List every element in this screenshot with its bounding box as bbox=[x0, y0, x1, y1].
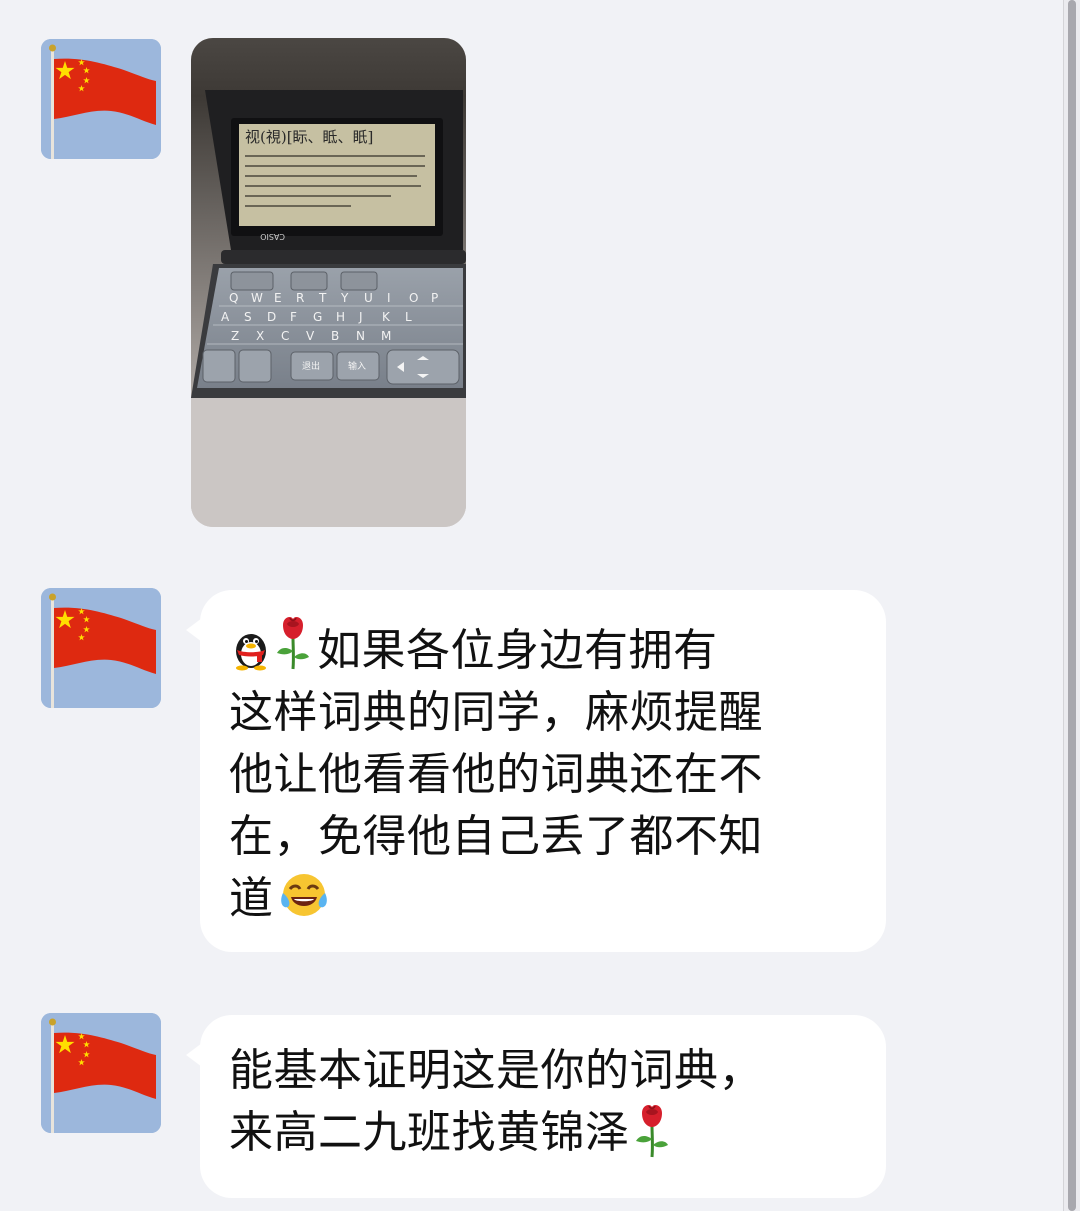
svg-text:K: K bbox=[382, 310, 391, 324]
svg-text:U: U bbox=[364, 291, 373, 305]
svg-text:F: F bbox=[290, 310, 297, 324]
message-text: 能基本证明这是你的词典， bbox=[229, 1045, 763, 1096]
svg-text:X: X bbox=[256, 329, 264, 343]
message-text: 这样词典的同学，麻烦提醒 bbox=[229, 687, 763, 738]
bubble-tail bbox=[186, 618, 202, 642]
scrollbar-thumb[interactable] bbox=[1068, 0, 1076, 1211]
message-bubble[interactable]: 能基本证明这是你的词典， 来高二九班找黄锦泽 bbox=[186, 1015, 886, 1198]
svg-text:V: V bbox=[306, 329, 315, 343]
brand-text: CASIO bbox=[260, 232, 285, 241]
svg-text:O: O bbox=[409, 291, 418, 305]
svg-text:A: A bbox=[221, 310, 230, 324]
message-text: 道 bbox=[229, 873, 274, 924]
tears-of-joy-icon bbox=[280, 871, 328, 919]
scrollbar-track[interactable] bbox=[1063, 0, 1080, 1211]
message-text: 在，免得他自己丢了都不知 bbox=[229, 811, 763, 862]
china-flag-icon bbox=[41, 1013, 161, 1133]
svg-text:S: S bbox=[244, 310, 252, 324]
china-flag-icon bbox=[41, 588, 161, 708]
svg-text:P: P bbox=[431, 291, 438, 305]
message-line: 道 bbox=[229, 868, 856, 930]
svg-text:M: M bbox=[381, 329, 391, 343]
svg-text:E: E bbox=[274, 291, 282, 305]
message-line: 来高二九班找黄锦泽 bbox=[229, 1102, 856, 1164]
rose-icon bbox=[273, 615, 313, 671]
sender-avatar[interactable] bbox=[41, 1013, 161, 1133]
svg-text:N: N bbox=[356, 329, 365, 343]
message-text: 他让他看看他的词典还在不 bbox=[229, 749, 763, 800]
svg-text:T: T bbox=[318, 291, 327, 305]
svg-text:I: I bbox=[387, 291, 391, 305]
message-text: 来高二九班找黄锦泽 bbox=[229, 1107, 630, 1158]
message-bubble[interactable]: 如果各位身边有拥有 这样词典的同学，麻烦提醒 他让他看看他的词典还在不 在，免得… bbox=[186, 590, 886, 952]
china-flag-icon bbox=[41, 39, 161, 159]
sender-avatar[interactable] bbox=[41, 39, 161, 159]
svg-text:Y: Y bbox=[340, 291, 349, 305]
svg-text:R: R bbox=[296, 291, 304, 305]
key-row-2: A S D F G H J K L bbox=[221, 310, 412, 324]
message-line: 如果各位身边有拥有 bbox=[229, 615, 856, 682]
svg-text:J: J bbox=[358, 310, 363, 324]
screen-heading: 视(視)[眎、眡、眂] bbox=[245, 128, 373, 146]
svg-text:D: D bbox=[267, 310, 276, 324]
svg-text:Q: Q bbox=[229, 291, 238, 305]
message-text: 如果各位身边有拥有 bbox=[317, 625, 718, 676]
photo-message[interactable]: 视(視)[眎、眡、眂] CASIO Q W E R T Y U I O P A … bbox=[191, 38, 466, 527]
svg-text:W: W bbox=[251, 291, 263, 305]
svg-text:C: C bbox=[281, 329, 289, 343]
sender-avatar[interactable] bbox=[41, 588, 161, 708]
key-back: 退出 bbox=[302, 360, 320, 372]
svg-text:L: L bbox=[405, 310, 412, 324]
electronic-dictionary-photo: 视(視)[眎、眡、眂] CASIO Q W E R T Y U I O P A … bbox=[191, 38, 466, 527]
svg-text:G: G bbox=[313, 310, 322, 324]
svg-text:Z: Z bbox=[231, 329, 239, 343]
key-enter: 输入 bbox=[348, 360, 366, 372]
svg-text:H: H bbox=[336, 310, 345, 324]
svg-text:B: B bbox=[331, 329, 339, 343]
qq-penguin-icon bbox=[229, 625, 273, 671]
rose-icon bbox=[632, 1103, 672, 1159]
bubble-tail bbox=[186, 1043, 202, 1067]
